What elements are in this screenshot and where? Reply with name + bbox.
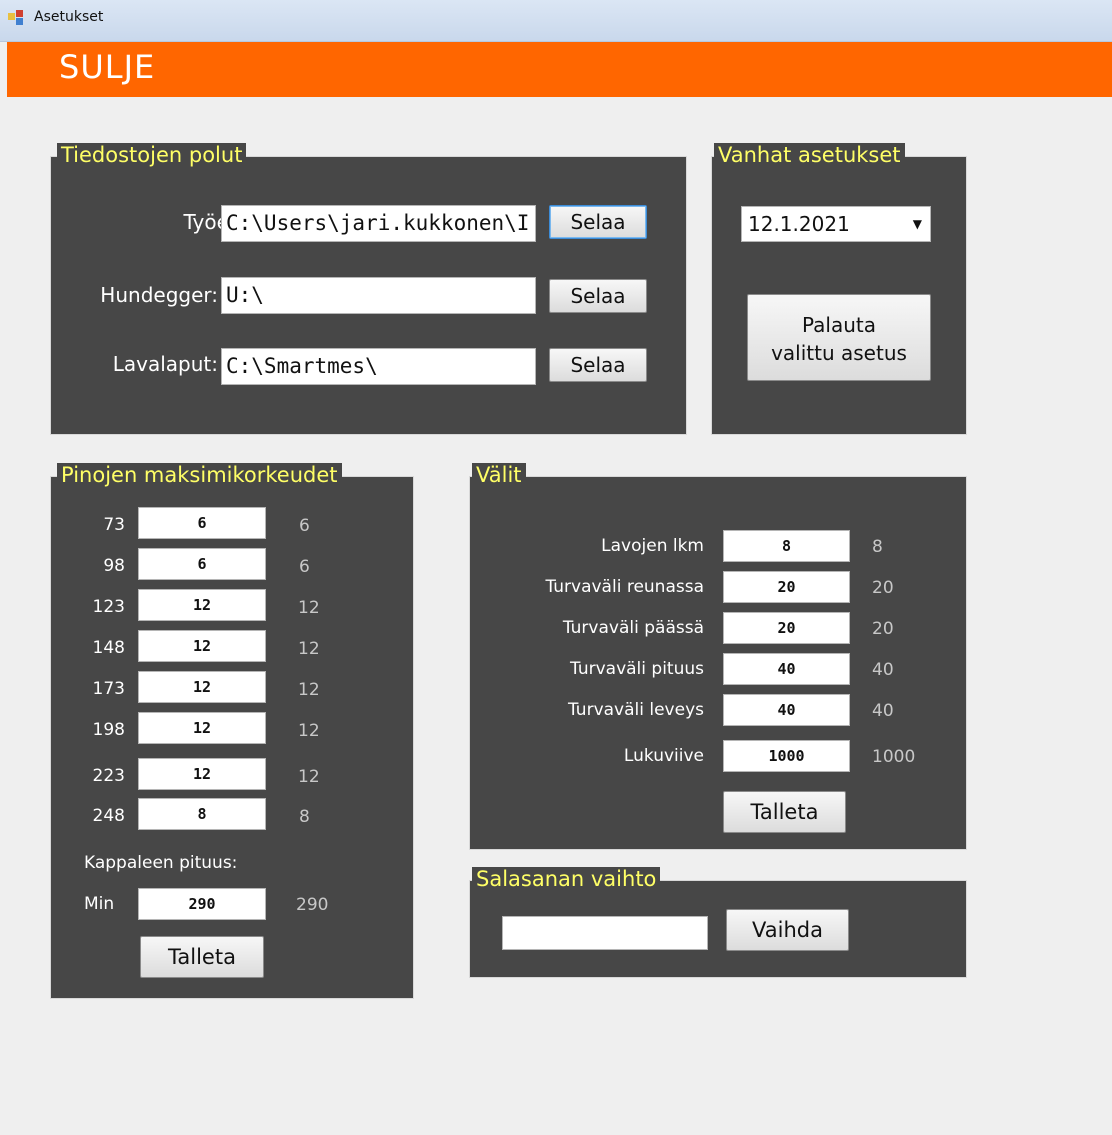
restore-setting-button[interactable]: Palauta valittu asetus xyxy=(747,294,931,381)
stack-height-input[interactable]: 8 xyxy=(138,798,266,830)
gap-label: Turvaväli leveys xyxy=(568,700,704,720)
browse-button-tyoerat[interactable]: Selaa xyxy=(549,205,647,239)
min-length-input[interactable]: 290 xyxy=(138,888,266,920)
gap-current: 1000 xyxy=(872,747,916,767)
stack-height-label: 248 xyxy=(92,806,125,826)
gap-input[interactable]: 40 xyxy=(723,694,850,726)
stack-height-label: 198 xyxy=(92,720,125,740)
stack-height-label: 123 xyxy=(92,597,125,617)
stack-height-input[interactable]: 12 xyxy=(138,589,266,621)
stack-height-label: 223 xyxy=(92,766,125,786)
gap-label: Lavojen lkm xyxy=(601,536,704,556)
browse-button-hundegger[interactable]: Selaa xyxy=(549,279,647,313)
stack-height-current: 6 xyxy=(299,516,310,536)
stack-height-input[interactable]: 12 xyxy=(138,630,266,662)
stack-height-input[interactable]: 12 xyxy=(138,712,266,744)
password-group: Salasanan vaihto Vaihda xyxy=(469,867,967,978)
password-input[interactable] xyxy=(502,916,708,950)
path-label-hundegger: Hundegger: xyxy=(100,283,218,307)
close-button[interactable]: SULJE xyxy=(59,48,155,86)
app-icon xyxy=(8,10,24,26)
stacks-save-button[interactable]: Talleta xyxy=(140,936,264,978)
path-input-tyoerat[interactable]: C:\Users\jari.kukkonen\I xyxy=(221,205,536,242)
stacks-group: Pinojen maksimikorkeudet 73 6 6 98 6 6 123 12 12… xyxy=(50,463,414,999)
window-titlebar: Asetukset xyxy=(0,0,1112,42)
stack-height-current: 12 xyxy=(298,680,320,700)
stack-height-current: 12 xyxy=(298,767,320,787)
browse-button-lavalaput[interactable]: Selaa xyxy=(549,348,647,382)
stack-height-current: 6 xyxy=(299,557,310,577)
stack-height-current: 12 xyxy=(298,639,320,659)
stack-height-input[interactable]: 12 xyxy=(138,671,266,703)
path-label-lavalaput: Lavalaput: xyxy=(112,352,218,376)
password-legend: Salasanan vaihto xyxy=(472,867,661,891)
gaps-save-button[interactable]: Talleta xyxy=(723,791,846,833)
stack-height-current: 12 xyxy=(298,721,320,741)
gap-label: Turvaväli pituus xyxy=(570,659,704,679)
stack-height-current: 12 xyxy=(298,598,320,618)
gap-current: 8 xyxy=(872,537,883,557)
old-settings-dropdown[interactable]: 12.1.2021 ▼ xyxy=(741,206,931,242)
piece-length-label: Kappaleen pituus: xyxy=(84,853,238,873)
stack-height-label: 98 xyxy=(103,556,125,576)
gap-label: Lukuviive xyxy=(623,746,704,766)
restore-button-line2: valittu asetus xyxy=(771,341,907,365)
old-settings-selected: 12.1.2021 xyxy=(748,212,850,236)
gaps-group: Välit Lavojen lkm 8 8 Turvaväli reunassa 20 2… xyxy=(469,463,967,850)
gaps-legend: Välit xyxy=(472,463,526,487)
old-settings-legend: Vanhat asetukset xyxy=(714,143,905,167)
gap-current: 40 xyxy=(872,660,894,680)
gap-current: 20 xyxy=(872,619,894,639)
stack-height-label: 173 xyxy=(92,679,125,699)
restore-button-line1: Palauta xyxy=(801,313,876,337)
stack-height-input[interactable]: 6 xyxy=(138,507,266,539)
gap-label: Turvaväli päässä xyxy=(562,618,704,638)
gap-current: 40 xyxy=(872,701,894,721)
stack-height-input[interactable]: 12 xyxy=(138,758,266,790)
stack-height-current: 8 xyxy=(299,807,310,827)
stack-height-input[interactable]: 6 xyxy=(138,548,266,580)
min-label: Min xyxy=(84,894,115,914)
gap-input[interactable]: 20 xyxy=(723,612,850,644)
gap-current: 20 xyxy=(872,578,894,598)
path-input-hundegger[interactable]: U:\ xyxy=(221,277,536,314)
stacks-legend: Pinojen maksimikorkeudet xyxy=(57,463,342,487)
gap-input[interactable]: 20 xyxy=(723,571,850,603)
change-password-button[interactable]: Vaihda xyxy=(726,909,849,951)
old-settings-group: Vanhat asetukset 12.1.2021 ▼ Palauta val… xyxy=(711,143,967,435)
stack-height-label: 73 xyxy=(103,515,125,535)
gap-input[interactable]: 1000 xyxy=(723,740,850,772)
header-bar: SULJE xyxy=(7,42,1112,97)
paths-legend: Tiedostojen polut xyxy=(57,143,247,167)
min-length-current: 290 xyxy=(296,895,329,915)
paths-group: Tiedostojen polut Työerät: C:\Users\jari… xyxy=(50,143,687,435)
path-input-lavalaput[interactable]: C:\Smartmes\ xyxy=(221,348,536,385)
chevron-down-icon[interactable]: ▼ xyxy=(913,207,922,241)
gap-input[interactable]: 40 xyxy=(723,653,850,685)
gap-label: Turvaväli reunassa xyxy=(545,577,704,597)
gap-input[interactable]: 8 xyxy=(723,530,850,562)
window-title: Asetukset xyxy=(34,9,104,25)
stack-height-label: 148 xyxy=(92,638,125,658)
